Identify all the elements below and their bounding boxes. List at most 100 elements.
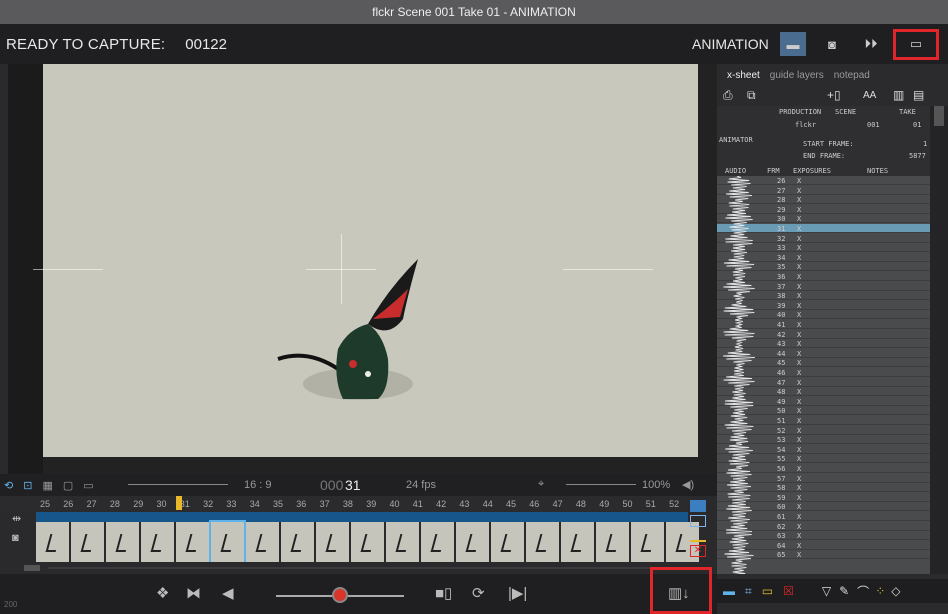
xsheet-scrollbar[interactable] <box>930 106 948 574</box>
insert-tool-icon[interactable]: ▭ <box>762 584 773 598</box>
onion-icon[interactable]: ❖ <box>156 584 169 602</box>
volume-icon[interactable]: ◀) <box>682 478 694 491</box>
ruler-tick: 40 <box>389 499 400 509</box>
xsheet-frame-number: 30 <box>777 215 786 224</box>
frame-thumbnail[interactable] <box>176 522 209 562</box>
col-notes: NOTES <box>867 167 889 175</box>
columns-icon[interactable]: ▥ <box>893 88 904 102</box>
zoom-slider[interactable] <box>566 484 636 485</box>
export-frames-icon[interactable]: ▥↓ <box>668 584 690 602</box>
monitor-view-button[interactable]: ▬ <box>780 32 806 56</box>
xsheet-exposure: X <box>797 186 802 195</box>
frame-thumbnail[interactable] <box>526 522 559 562</box>
camera-button[interactable]: ◙ <box>819 32 845 56</box>
pencil-tool-icon[interactable]: ✎ <box>839 584 849 598</box>
delete-tool-icon[interactable]: ☒ <box>783 584 794 598</box>
rows-icon[interactable]: ▤ <box>913 88 924 102</box>
frame-thumbnail[interactable] <box>316 522 349 562</box>
xsheet-scroll-handle[interactable] <box>934 106 944 126</box>
audio-track[interactable] <box>36 512 688 522</box>
xsheet-exposure: X <box>797 330 802 339</box>
add-column-icon[interactable]: +▯ <box>827 88 841 102</box>
color-tool-icon[interactable]: ⁘ <box>875 584 885 598</box>
select-tool-icon[interactable]: ▽ <box>822 584 831 598</box>
frame-thumbnails[interactable] <box>36 520 699 564</box>
scroll-handle[interactable] <box>24 565 40 571</box>
eraser-tool-icon[interactable]: ◇ <box>891 584 900 598</box>
panel-tabs: x-sheet guide layers notepad <box>717 64 948 86</box>
frame-thumbnail[interactable] <box>561 522 594 562</box>
onion-skin-icon[interactable]: ⟲ <box>4 479 13 492</box>
frame-thumbnail[interactable] <box>596 522 629 562</box>
timeline-ruler[interactable]: 25 26 27 28 29 30 31 32 33 34 35 36 37 38 39 40 41 42 43 44… <box>0 496 688 512</box>
timeline-scrollbar[interactable] <box>0 562 717 574</box>
frame-thumbnail[interactable] <box>71 522 104 562</box>
scene-label: SCENE <box>835 108 857 116</box>
playback-bar: 200 ❖ ⧓ ◀ ■▯ ⟳ |▶| ▥↓ <box>0 574 717 614</box>
xsheet-layout-button[interactable]: ▭ <box>903 32 929 56</box>
fit-icon[interactable] <box>690 515 706 527</box>
print-icon[interactable]: ⎙ <box>723 88 733 103</box>
xsheet-exposure: X <box>797 493 802 502</box>
audio-track-icon[interactable]: ⇹ <box>12 512 21 525</box>
playhead-marker[interactable] <box>176 496 182 510</box>
delete-frame-icon[interactable]: ✕ <box>690 545 706 557</box>
frame-thumbnail[interactable] <box>631 522 664 562</box>
frame-thumbnail[interactable] <box>209 520 246 564</box>
ruler-tick: 51 <box>645 499 656 509</box>
text-size-label[interactable]: AA <box>863 90 876 101</box>
crosshair-icon[interactable]: ⌖ <box>538 478 544 491</box>
frame-thumbnail[interactable] <box>491 522 524 562</box>
jump-start-icon[interactable]: ⧓ <box>186 584 201 602</box>
loop-icon[interactable]: ⟳ <box>472 584 485 602</box>
shuttle-knob[interactable] <box>332 587 348 603</box>
track-color-tool-icon[interactable]: ▬ <box>723 584 735 598</box>
fit-tool-icon[interactable]: ⌗ <box>745 584 752 599</box>
thumbnail-figure <box>535 534 551 552</box>
letterbox-icon[interactable]: ▭ <box>83 479 93 492</box>
frame-thumbnail[interactable] <box>36 522 69 562</box>
thumbnail-figure <box>500 534 516 552</box>
thumbnail-figure <box>570 534 586 552</box>
frame-thumbnail[interactable] <box>246 522 279 562</box>
xsheet-exposure: X <box>797 397 802 406</box>
tab-xsheet[interactable]: x-sheet <box>727 70 760 81</box>
grid-icon[interactable]: ▦ <box>42 479 52 492</box>
safe-area-icon[interactable]: ▢ <box>63 479 73 492</box>
image-track-icon[interactable]: ◙ <box>12 532 19 544</box>
frame-thumbnail[interactable] <box>351 522 384 562</box>
frame-thumbnail[interactable] <box>106 522 139 562</box>
thumbnail-figure <box>430 534 446 552</box>
ruler-tick: 30 <box>156 499 167 509</box>
xsheet-frame-number: 64 <box>777 541 786 550</box>
frame-thumbnail[interactable] <box>281 522 314 562</box>
playback-button[interactable]: ⏵⏵ <box>858 32 884 56</box>
insert-icon[interactable] <box>690 530 706 542</box>
window-icon[interactable]: ⧉ <box>747 88 756 103</box>
xsheet-exposure: X <box>797 205 802 214</box>
curve-tool-icon[interactable]: ⌒ <box>857 583 869 600</box>
col-frame: FRM <box>767 167 780 175</box>
step-back-icon[interactable]: ◀ <box>222 584 234 602</box>
camera-viewer[interactable] <box>8 64 717 474</box>
fps-label[interactable]: 24 fps <box>406 479 436 491</box>
frame-thumbnail[interactable] <box>141 522 174 562</box>
step-forward-icon[interactable]: |▶| <box>508 584 527 602</box>
ruler-tick: 26 <box>63 499 74 509</box>
xsheet-exposure: X <box>797 426 802 435</box>
end-frame-label: END FRAME: <box>803 152 846 160</box>
xsheet-grid[interactable]: PRODUCTION SCENE TAKE flckr 001 01 ANIMA… <box>717 106 930 574</box>
frame-thumbnail[interactable] <box>386 522 419 562</box>
track-color-icon[interactable] <box>690 500 706 512</box>
frame-thumbnail[interactable] <box>456 522 489 562</box>
tab-guide-layers[interactable]: guide layers <box>770 70 824 81</box>
loop-range-icon[interactable]: ■▯ <box>435 584 452 602</box>
frame-thumbnail[interactable] <box>421 522 454 562</box>
xsheet-toolbar: ⎙ ⧉ +▯ AA ▥ ▤ <box>717 86 948 106</box>
xsheet-exposure: X <box>797 234 802 243</box>
xsheet-frame-number: 47 <box>777 378 786 387</box>
opacity-slider[interactable] <box>128 484 228 485</box>
xsheet-exposure: X <box>797 215 802 224</box>
grid-overlay-icon[interactable]: ⊡ <box>23 479 32 492</box>
tab-notepad[interactable]: notepad <box>834 70 870 81</box>
